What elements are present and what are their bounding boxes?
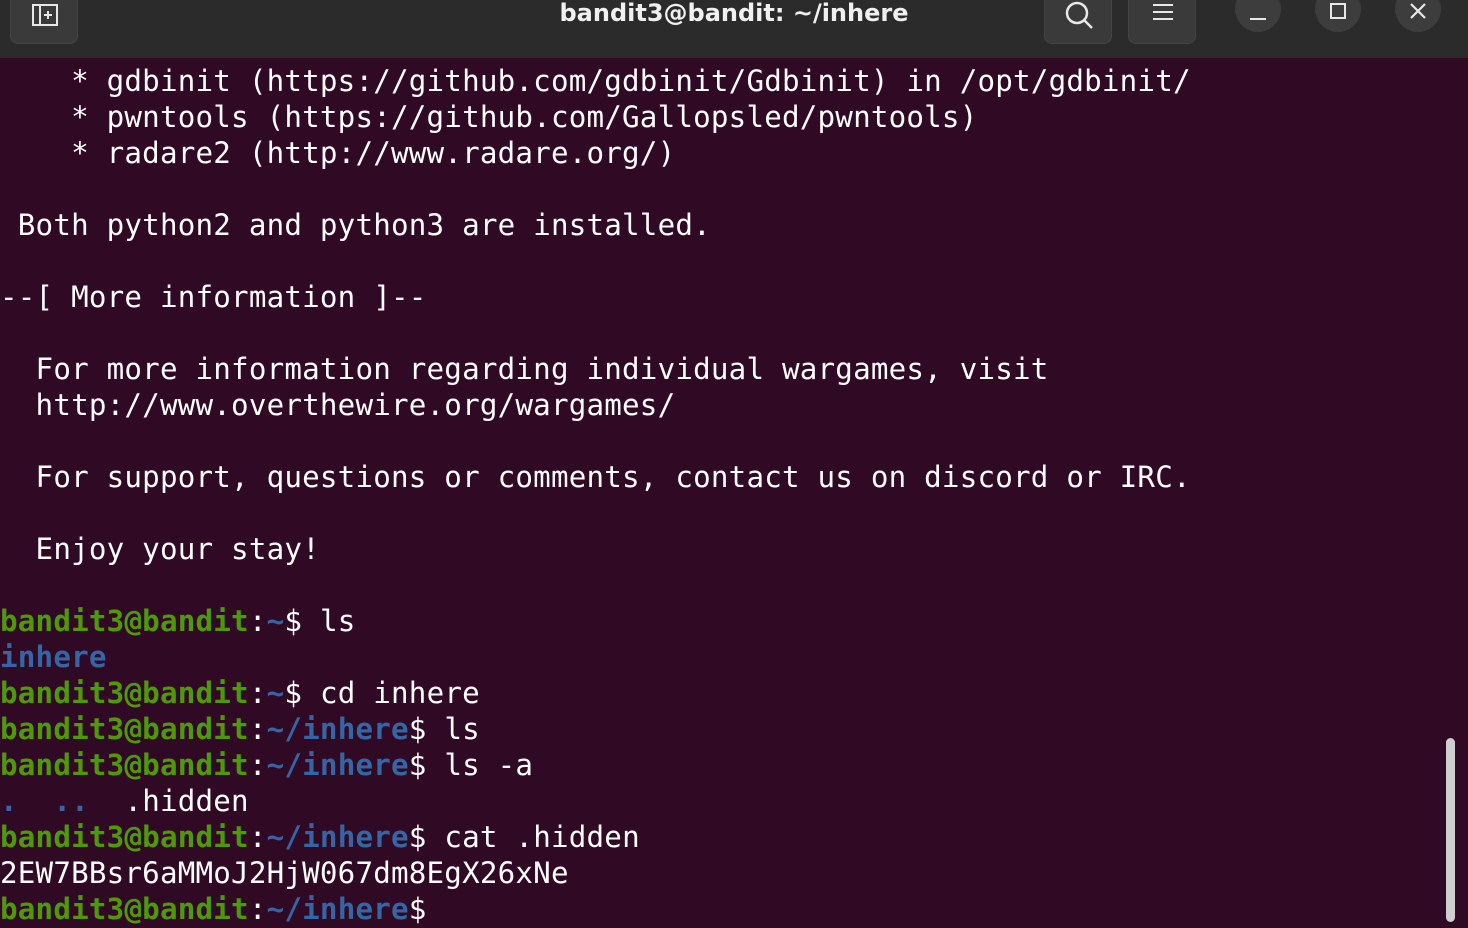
prompt-path: ~/inhere — [266, 748, 409, 782]
command-text: ls — [444, 712, 480, 746]
prompt-colon: : — [248, 712, 267, 746]
search-button[interactable] — [1044, 0, 1112, 44]
command-text: cat .hidden — [444, 820, 640, 854]
prompt-dollar: $ — [408, 748, 445, 782]
prompt-path: ~/inhere — [266, 892, 409, 926]
search-icon — [1065, 1, 1093, 29]
motd-line: * gdbinit (https://github.com/gdbinit/Gd… — [0, 64, 1191, 98]
prompt-colon: : — [248, 676, 267, 710]
prompt-user: bandit3@bandit — [0, 712, 249, 746]
hamburger-menu-icon — [1153, 4, 1173, 20]
prompt-colon: : — [248, 892, 267, 926]
scrollbar-thumb[interactable] — [1446, 738, 1455, 922]
directory-entry: inhere — [0, 640, 107, 674]
prompt-colon: : — [248, 748, 267, 782]
minimize-icon — [1250, 18, 1266, 20]
prompt-user: bandit3@bandit — [0, 892, 249, 926]
output-line: . .. .hidden — [0, 783, 249, 819]
prompt-dollar: $ — [408, 712, 445, 746]
output-line: inhere — [0, 639, 107, 675]
prompt-dollar: $ — [408, 892, 427, 926]
terminal-output[interactable]: * gdbinit (https://github.com/gdbinit/Gd… — [0, 58, 1440, 928]
prompt-line: bandit3@bandit:~$ cd inhere — [0, 675, 480, 711]
prompt-path: ~/inhere — [266, 820, 409, 854]
motd-line: --[ More information ]-- — [0, 280, 427, 314]
prompt-colon: : — [248, 604, 267, 638]
motd-line: Both python2 and python3 are installed. — [0, 208, 711, 242]
prompt-user: bandit3@bandit — [0, 604, 249, 638]
prompt-path: ~ — [266, 676, 285, 710]
prompt-path: ~ — [266, 604, 285, 638]
command-text: ls -a — [444, 748, 534, 782]
password-output: 2EW7BBsr6aMMoJ2HjW067dm8EgX26xNe — [0, 856, 569, 890]
motd-line: http://www.overthewire.org/wargames/ — [0, 388, 676, 422]
command-text: ls — [319, 604, 356, 638]
prompt-dollar: $ — [408, 820, 445, 854]
close-icon — [1410, 3, 1426, 19]
motd-line: * radare2 (http://www.radare.org/) — [0, 136, 676, 170]
menu-button[interactable] — [1128, 0, 1196, 44]
title-bar: bandit3@bandit: ~/inhere — [0, 0, 1468, 58]
prompt-line: bandit3@bandit:~$ ls — [0, 603, 355, 639]
directory-entry: . .. — [0, 784, 125, 818]
prompt-line: bandit3@bandit:~/inhere$ cat .hidden — [0, 819, 640, 855]
prompt-dollar: $ — [284, 676, 320, 710]
prompt-user: bandit3@bandit — [0, 676, 249, 710]
prompt-user: bandit3@bandit — [0, 748, 249, 782]
file-entry: .hidden — [124, 784, 249, 818]
output-line: 2EW7BBsr6aMMoJ2HjW067dm8EgX26xNe — [0, 855, 569, 891]
prompt-line: bandit3@bandit:~/inhere$ ls -a — [0, 747, 533, 783]
prompt-colon: : — [248, 820, 267, 854]
prompt-user: bandit3@bandit — [0, 820, 249, 854]
prompt-path: ~/inhere — [266, 712, 409, 746]
motd-line: For support, questions or comments, cont… — [0, 460, 1191, 494]
maximize-icon — [1330, 3, 1346, 19]
command-text: cd inhere — [319, 676, 480, 710]
motd-line: For more information regarding individua… — [0, 352, 1049, 386]
current-prompt-line[interactable]: bandit3@bandit:~/inhere$ — [0, 891, 427, 927]
motd-line: Enjoy your stay! — [0, 532, 320, 566]
motd-line: * pwntools (https://github.com/Gallopsle… — [0, 100, 978, 134]
prompt-dollar: $ — [284, 604, 320, 638]
prompt-line: bandit3@bandit:~/inhere$ ls — [0, 711, 480, 747]
